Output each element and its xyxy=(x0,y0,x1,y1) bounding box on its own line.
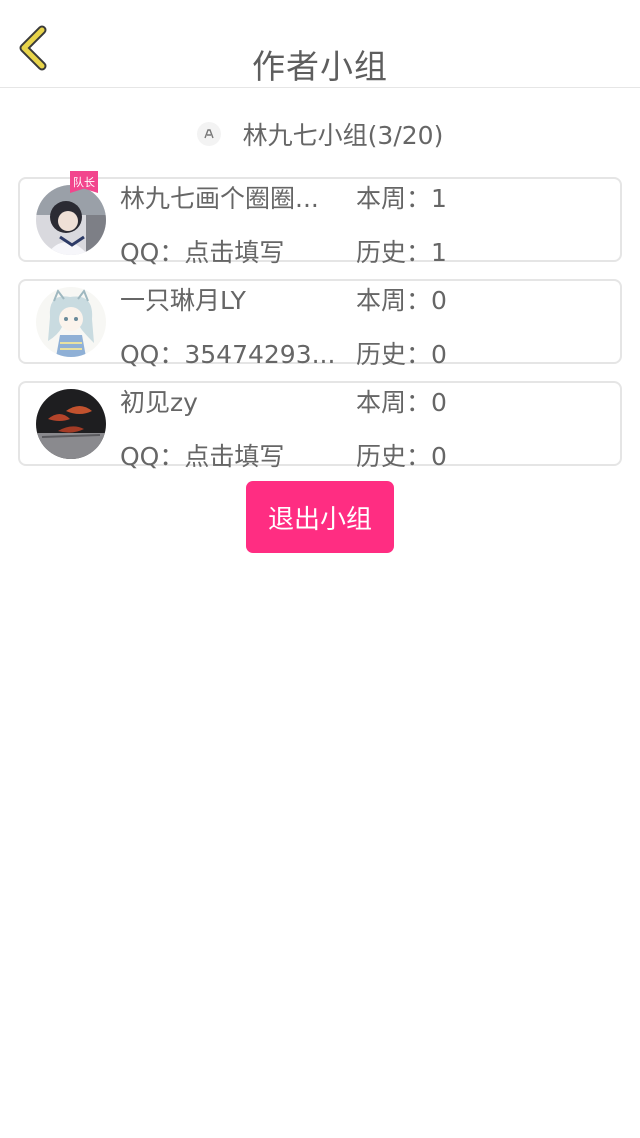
qq-field: QQ：点击填写 xyxy=(120,233,348,269)
avatar[interactable] xyxy=(36,185,106,255)
member-name: 一只琳月LY xyxy=(120,286,246,315)
group-logo-icon xyxy=(204,129,214,139)
week-label: 本周： xyxy=(356,184,432,213)
history-label: 历史： xyxy=(356,238,432,267)
week-value: 1 xyxy=(431,184,447,213)
qq-value[interactable]: 点击填写 xyxy=(184,442,284,471)
qq-label: QQ： xyxy=(120,442,185,471)
qq-label: QQ： xyxy=(120,238,185,267)
week-count: 本周：1 xyxy=(356,179,447,215)
avatar[interactable] xyxy=(36,287,106,357)
history-label: 历史： xyxy=(356,340,432,369)
week-count: 本周：0 xyxy=(356,383,447,419)
nav-bar: 作者小组 xyxy=(0,0,640,88)
week-label: 本周： xyxy=(356,286,432,315)
member-card[interactable]: 队长 林九七画个圈圈... QQ：点击填写 本周：1 历史：1 xyxy=(18,171,622,267)
history-count: 历史：1 xyxy=(356,233,447,269)
week-count: 本周：0 xyxy=(356,281,447,317)
history-count: 历史：0 xyxy=(356,437,447,473)
exit-group-button[interactable]: 退出小组 xyxy=(246,481,394,553)
member-name: 林九七画个圈圈... xyxy=(120,184,319,213)
qq-label: QQ： xyxy=(120,340,185,369)
qq-field: QQ：35474293... xyxy=(120,335,348,371)
history-value: 0 xyxy=(431,340,447,369)
qq-value[interactable]: 35474293... xyxy=(184,340,335,369)
history-value: 1 xyxy=(431,238,447,267)
week-value: 0 xyxy=(431,286,447,315)
avatar[interactable] xyxy=(36,389,106,459)
member-card[interactable]: 一只琳月LY QQ：35474293... 本周：0 历史：0 xyxy=(18,279,622,369)
page-title: 作者小组 xyxy=(252,47,388,86)
member-name: 初见zy xyxy=(120,388,198,417)
history-label: 历史： xyxy=(356,442,432,471)
qq-field: QQ：点击填写 xyxy=(120,437,348,473)
group-header: 林九七小组(3/20) xyxy=(0,112,640,156)
group-title: 林九七小组(3/20) xyxy=(242,121,444,150)
group-avatar xyxy=(196,122,221,146)
member-card[interactable]: 初见zy QQ：点击填写 本周：0 历史：0 xyxy=(18,381,622,471)
qq-value[interactable]: 点击填写 xyxy=(184,238,284,267)
history-count: 历史：0 xyxy=(356,335,447,371)
history-value: 0 xyxy=(431,442,447,471)
week-label: 本周： xyxy=(356,388,432,417)
week-value: 0 xyxy=(431,388,447,417)
